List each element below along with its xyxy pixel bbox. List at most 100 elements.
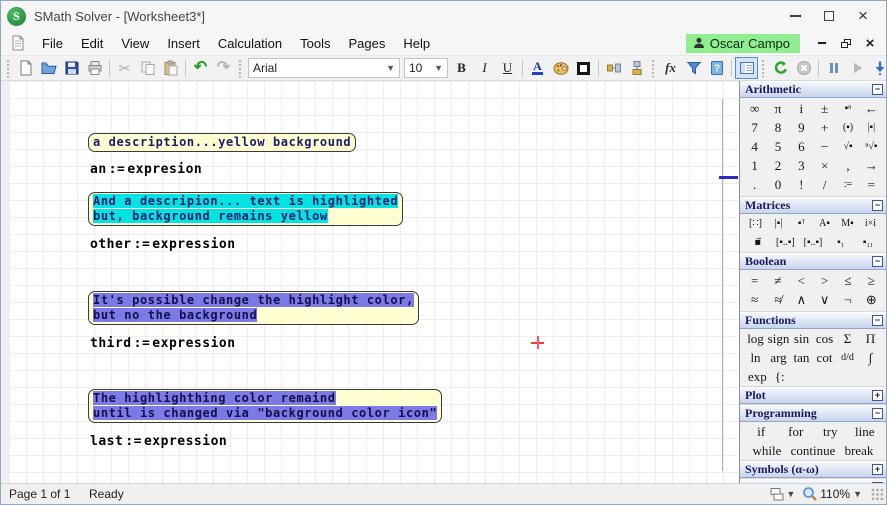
palette-key[interactable]: 7 [743, 118, 766, 137]
cut-button[interactable]: ✂ [113, 57, 136, 79]
palette-key[interactable]: cot [813, 348, 836, 367]
panel-header-plot[interactable]: Plot + [740, 387, 886, 404]
palette-key[interactable]: 9 [790, 118, 813, 137]
panel-header-functions[interactable]: Functions − [740, 312, 886, 329]
side-panel-toggle-button[interactable] [735, 57, 758, 79]
save-button[interactable] [60, 57, 83, 79]
interrupt-button[interactable] [792, 57, 815, 79]
palette-key[interactable]: (▪) [836, 118, 859, 137]
palette-key[interactable]: ! [790, 175, 813, 194]
palette-key[interactable]: ▪₁ [827, 233, 855, 252]
palette-key[interactable]: := [836, 175, 859, 194]
collapse-icon[interactable]: − [872, 84, 883, 95]
panel-header-symbols-lower[interactable]: Symbols (α-ω) + [740, 461, 886, 478]
background-color-button[interactable] [549, 57, 572, 79]
palette-key[interactable]: continue [790, 441, 836, 460]
redo-button[interactable]: ↷ [212, 57, 235, 79]
print-button[interactable] [83, 57, 106, 79]
palette-key[interactable]: while [744, 441, 790, 460]
palette-key[interactable]: 2 [766, 156, 789, 175]
worksheet-icon[interactable] [11, 35, 25, 51]
palette-key[interactable]: break [836, 441, 882, 460]
maximize-button[interactable] [812, 4, 846, 28]
palette-key[interactable]: sin [790, 329, 813, 348]
math-region[interactable]: last:=expression [90, 434, 227, 449]
math-region[interactable]: an:=expresion [90, 162, 202, 177]
palette-key[interactable]: ∧ [790, 290, 813, 309]
menu-insert[interactable]: Insert [158, 34, 209, 53]
collapse-icon[interactable]: − [872, 315, 883, 326]
menu-help[interactable]: Help [394, 34, 439, 53]
palette-key[interactable]: M▪ [836, 214, 859, 233]
palette-key[interactable]: A▪ [813, 214, 836, 233]
palette-key[interactable]: log [744, 329, 767, 348]
text-region[interactable]: a description...yellow background [88, 133, 356, 152]
close-button[interactable]: × [846, 4, 880, 28]
palette-key[interactable]: ∨ [813, 290, 836, 309]
palette-key[interactable]: ¬ [836, 290, 859, 309]
palette-key[interactable]: Σ [836, 329, 859, 348]
mdi-restore-button[interactable] [834, 34, 858, 52]
run-button[interactable] [845, 57, 868, 79]
toolbar-grip[interactable] [238, 59, 243, 77]
palette-key[interactable]: 5 [766, 137, 789, 156]
palette-key[interactable]: [▪..▪] [772, 233, 800, 252]
palette-key[interactable]: − [813, 137, 836, 156]
zoom-button[interactable] [802, 486, 818, 502]
resize-grip[interactable] [871, 488, 884, 501]
mdi-minimize-button[interactable] [810, 34, 834, 52]
palette-key[interactable]: try [813, 422, 848, 441]
filter-button[interactable] [682, 57, 705, 79]
toolbar-grip[interactable] [6, 59, 11, 77]
text-region[interactable]: The highlighthing color remaind until is… [88, 389, 442, 423]
palette-key[interactable]: 8 [766, 118, 789, 137]
palette-key[interactable]: 3 [790, 156, 813, 175]
math-region[interactable]: third:=expression [90, 336, 236, 351]
border-button[interactable] [572, 57, 595, 79]
panel-header-boolean[interactable]: Boolean − [740, 253, 886, 270]
menu-tools[interactable]: Tools [291, 34, 339, 53]
palette-key[interactable]: > [813, 271, 836, 290]
chevron-down-icon[interactable]: ▼ [853, 489, 862, 499]
palette-key[interactable]: = [743, 271, 766, 290]
new-button[interactable] [14, 57, 37, 79]
palette-key[interactable]: ≈ [743, 290, 766, 309]
panel-header-arithmetic[interactable]: Arithmetic − [740, 81, 886, 98]
palette-key[interactable]: exp [744, 367, 771, 386]
palette-key[interactable]: 4 [743, 137, 766, 156]
palette-key[interactable]: ▪⃗ [744, 233, 772, 252]
chevron-down-icon[interactable]: ▼ [786, 489, 795, 499]
palette-key[interactable]: sign [767, 329, 790, 348]
math-region[interactable]: other:=expression [90, 237, 236, 252]
pause-button[interactable] [822, 57, 845, 79]
palette-key[interactable]: / [813, 175, 836, 194]
palette-key[interactable]: cos [813, 329, 836, 348]
undo-button[interactable]: ↶ [189, 57, 212, 79]
font-size-select[interactable]: 10▼ [404, 58, 448, 78]
palette-key[interactable]: 0 [766, 175, 789, 194]
palette-key[interactable]: ≉ [766, 290, 789, 309]
bold-button[interactable]: B [450, 57, 473, 79]
paste-button[interactable] [159, 57, 182, 79]
palette-key[interactable]: < [790, 271, 813, 290]
account-button[interactable]: Oscar Campo [686, 34, 800, 53]
reference-button[interactable]: ? [705, 57, 728, 79]
align-horizontal-button[interactable] [602, 57, 625, 79]
palette-key[interactable]: + [813, 118, 836, 137]
font-color-button[interactable]: A [526, 57, 549, 79]
font-family-select[interactable]: Arial▼ [248, 58, 400, 78]
align-vertical-button[interactable] [625, 57, 648, 79]
palette-key[interactable]: ⁿ√▪ [860, 137, 883, 156]
palette-key[interactable]: ⊕ [860, 290, 883, 309]
palette-key[interactable]: i×i [859, 214, 882, 233]
palette-key[interactable]: ± [813, 99, 836, 118]
underline-button[interactable]: U [496, 57, 519, 79]
palette-key[interactable]: ≠ [766, 271, 789, 290]
text-region[interactable]: And a descripion... text is highlighted … [88, 192, 403, 226]
palette-key[interactable]: [∷] [744, 214, 767, 233]
palette-key[interactable]: [▪..▪] [799, 233, 827, 252]
italic-button[interactable]: I [473, 57, 496, 79]
page-layout-button[interactable] [769, 487, 785, 502]
menu-edit[interactable]: Edit [72, 34, 112, 53]
panel-header-matrices[interactable]: Matrices − [740, 197, 886, 214]
